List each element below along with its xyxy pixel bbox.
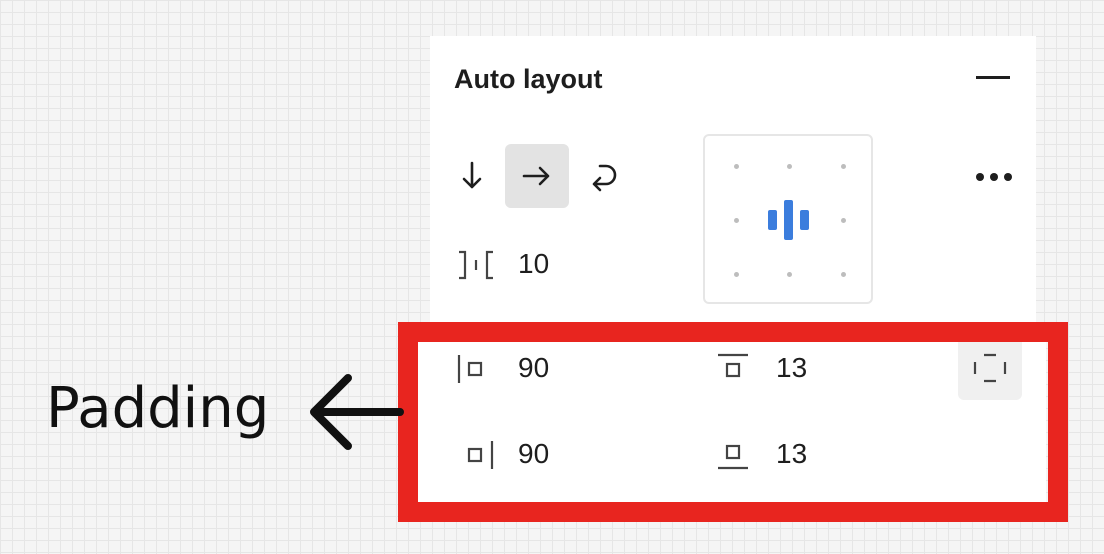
more-dot-icon (990, 173, 998, 181)
direction-horizontal-button[interactable] (505, 144, 569, 208)
padding-top-input[interactable] (776, 352, 876, 384)
padding-bottom-input[interactable] (776, 438, 876, 470)
padding-left-icon (457, 355, 483, 383)
alignment-dot-middle-left[interactable] (734, 218, 739, 223)
padding-right-icon (467, 441, 494, 469)
alignment-dot-middle-right[interactable] (841, 218, 846, 223)
padding-bottom-icon (718, 444, 748, 470)
independent-padding-button[interactable] (958, 336, 1022, 400)
wrap-icon (592, 164, 617, 192)
gap-input[interactable] (518, 248, 618, 280)
more-options-button[interactable] (968, 160, 1020, 194)
remove-auto-layout-button[interactable] (976, 76, 1010, 79)
direction-vertical-button[interactable] (440, 144, 504, 208)
padding-annotation-label: Padding (46, 376, 270, 441)
alignment-dot-top-right[interactable] (841, 164, 846, 169)
alignment-center-icon (768, 200, 809, 240)
alignment-grid[interactable] (703, 134, 873, 304)
padding-top-icon (718, 353, 748, 378)
alignment-dot-top-left[interactable] (734, 164, 739, 169)
gap-between-icon (459, 250, 493, 280)
alignment-dot-bottom-right[interactable] (841, 272, 846, 277)
panel-title: Auto layout (454, 64, 603, 94)
arrow-right-icon (522, 166, 550, 186)
arrow-down-icon (462, 161, 482, 189)
alignment-dot-bottom-center[interactable] (787, 272, 792, 277)
direction-wrap-button[interactable] (570, 144, 634, 208)
alignment-dot-bottom-left[interactable] (734, 272, 739, 277)
more-dot-icon (1004, 173, 1012, 181)
alignment-dot-top-center[interactable] (787, 164, 792, 169)
independent-padding-icon (973, 353, 1007, 383)
more-dot-icon (976, 173, 984, 181)
padding-right-input[interactable] (518, 438, 618, 470)
arrow-left-icon (310, 374, 404, 450)
padding-left-input[interactable] (518, 352, 618, 384)
